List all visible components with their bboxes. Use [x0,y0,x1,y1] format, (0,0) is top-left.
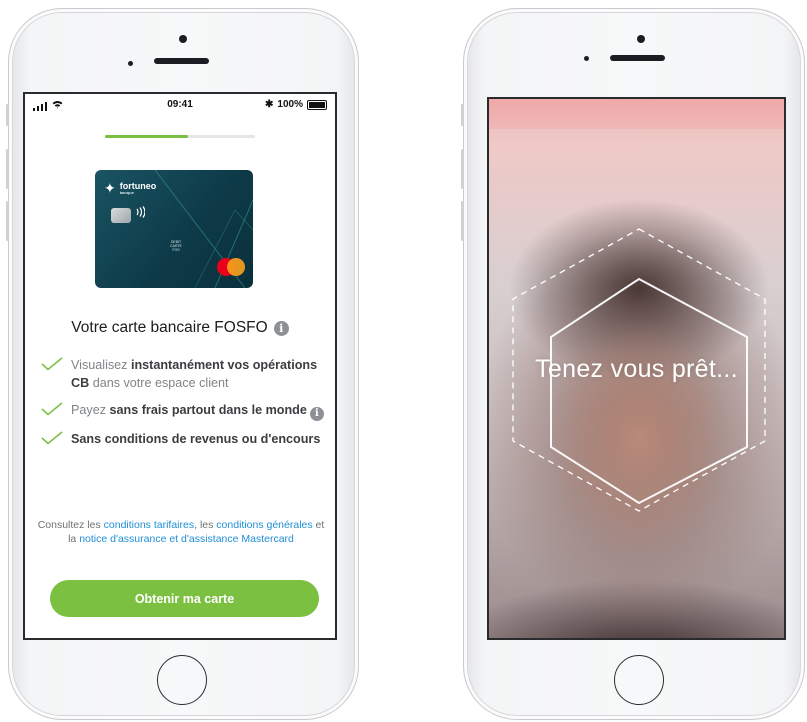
home-button[interactable] [614,655,664,705]
front-camera-icon [584,56,589,61]
battery-percent: 100% [277,99,303,110]
page-title: Votre carte bancaire FOSFO i [25,319,335,337]
proximity-sensor-icon [179,35,187,43]
feature-text-bold: sans frais partout dans le monde [109,403,307,417]
check-icon [41,357,63,371]
fortuneo-logo: ✦ fortuneo banque [104,180,156,197]
feature-text-post: dans votre espace client [89,376,229,390]
volume-up-button [461,149,464,189]
feature-item: Visualisez instantanément vos opérations… [41,356,331,392]
tariff-conditions-link[interactable]: conditions tarifaires [104,519,194,531]
inner-hexagon [550,277,748,505]
contactless-icon [135,206,146,221]
terms-text: Consultez les [37,519,104,531]
hold-ready-message: Tenez vous prêt... [535,355,738,383]
get-card-button[interactable]: Obtenir ma carte [50,580,319,617]
status-right-group: ✱ 100% [265,99,327,110]
feature-text-pre: Payez [71,403,110,417]
terms-paragraph: Consultez les conditions tarifaires, les… [35,518,327,546]
feature-list: Visualisez instantanément vos opérations… [41,356,331,457]
terms-text: , les [194,519,217,531]
mute-switch [6,104,9,126]
feature-item: Payez sans frais partout dans le monde i [41,401,331,421]
info-icon[interactable]: i [273,320,289,336]
check-icon [41,431,63,445]
check-icon [41,402,63,416]
earpiece-speaker [154,58,209,64]
signup-screen: 09:41 ✱ 100% ✦ fortuneo banque DEBIT CAR… [23,92,337,640]
face-scan-screen: Tenez vous prêt... [487,97,786,640]
status-bar: 09:41 ✱ 100% [25,94,335,116]
feature-text-pre: Visualisez [71,358,131,372]
bank-card-image: ✦ fortuneo banque DEBIT CARTE FOS [95,170,253,288]
fortuneo-logo-icon: ✦ [104,180,116,196]
card-brand-sub: banque [119,190,134,195]
mute-switch [461,104,464,126]
card-debit-label: DEBIT CARTE FOS [170,240,182,252]
earpiece-speaker [610,55,665,61]
front-camera-icon [128,61,133,66]
insurance-notice-link[interactable]: notice d'assurance et d'assistance Maste… [79,533,294,545]
general-conditions-link[interactable]: conditions générales [216,519,312,531]
bluetooth-icon: ✱ [265,99,274,110]
battery-icon [307,99,327,110]
feature-item: Sans conditions de revenus ou d'encours [41,430,331,448]
chip-icon [111,208,131,223]
feature-text-bold: Sans conditions de revenus ou d'encours [71,432,321,446]
volume-down-button [461,201,464,241]
progress-fill [105,135,188,138]
home-button[interactable] [157,655,207,705]
volume-up-button [6,149,9,189]
proximity-sensor-icon [637,35,645,43]
info-icon[interactable]: i [309,407,324,421]
volume-down-button [6,201,9,241]
mastercard-logo-icon [227,258,245,276]
onboarding-progress-bar [105,135,255,138]
page-title-text: Votre carte bancaire FOSFO [71,319,268,336]
